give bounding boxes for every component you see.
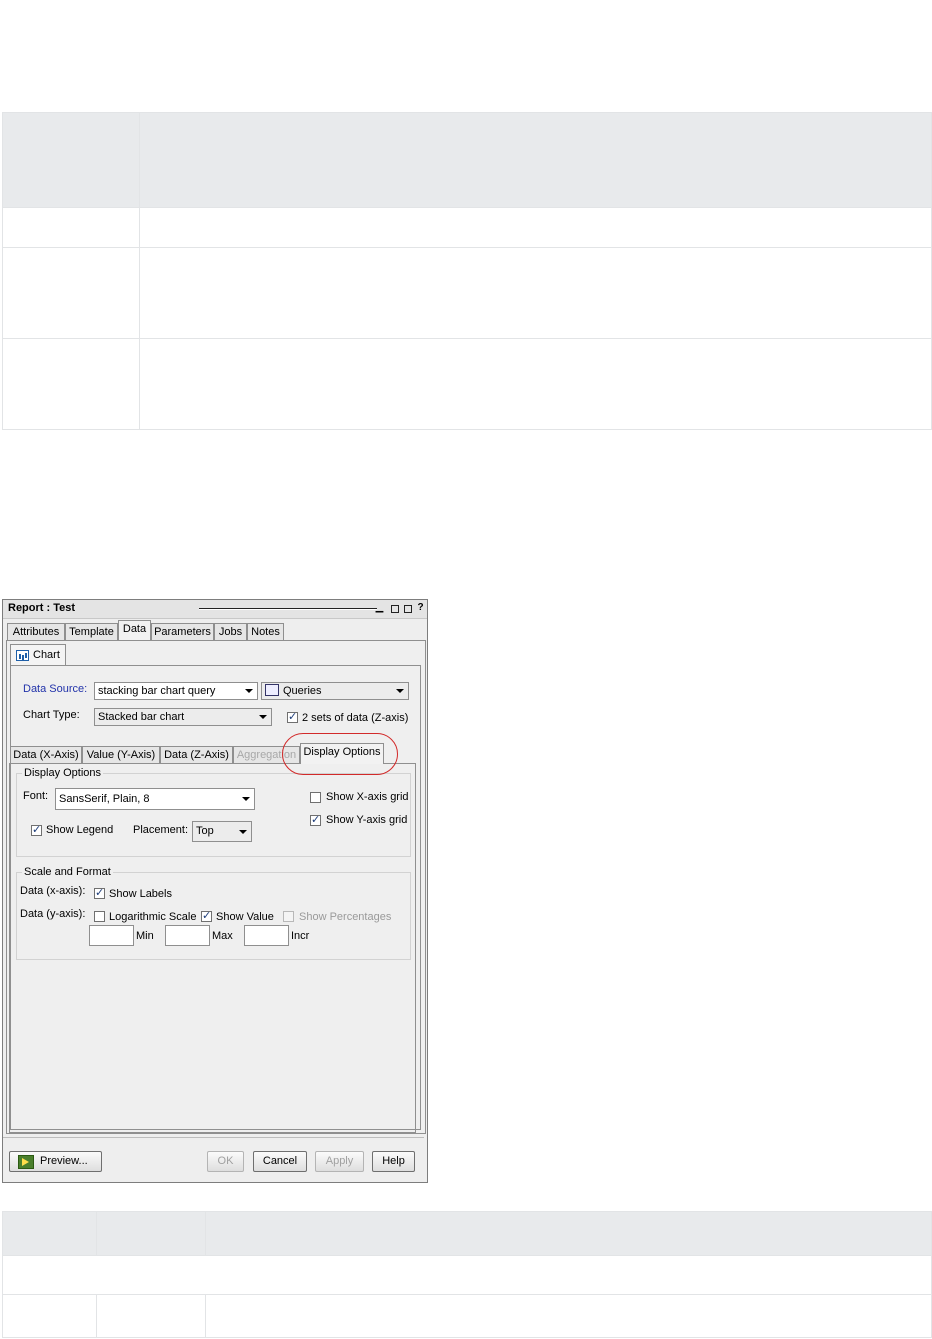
show-y-grid-checkbox[interactable]	[310, 813, 321, 826]
preview-icon	[18, 1155, 34, 1169]
ok-button[interactable]: OK	[207, 1151, 244, 1172]
show-percentages-label: Show Percentages	[299, 911, 392, 923]
scale-format-title: Scale and Format	[22, 866, 113, 878]
max-label: Max	[212, 930, 233, 942]
report-dialog: Report : Test ▁ ? Attributes Template Da…	[2, 599, 428, 1183]
data-source-value: stacking bar chart query	[98, 685, 216, 697]
show-value-checkbox[interactable]	[201, 909, 212, 922]
title-bar-separator	[199, 608, 377, 610]
data-source-label: Data Source:	[23, 683, 88, 695]
preview-button-label: Preview...	[40, 1155, 88, 1167]
help-button[interactable]: Help	[372, 1151, 415, 1172]
chevron-down-icon	[242, 797, 250, 801]
table-header-row	[2, 112, 932, 208]
subtab-display-options[interactable]: Display Options	[300, 743, 384, 764]
subtab-value-y-axis[interactable]: Value (Y-Axis)	[82, 746, 160, 764]
title-bar[interactable]: Report : Test ▁ ?	[3, 600, 427, 619]
help-icon[interactable]: ?	[416, 603, 425, 613]
min-label: Min	[136, 930, 154, 942]
data-source-select[interactable]: stacking bar chart query	[94, 682, 258, 700]
show-x-grid-checkbox[interactable]	[310, 792, 321, 803]
chart-type-value: Stacked bar chart	[98, 711, 185, 723]
button-bar-separator	[3, 1137, 424, 1138]
doc-table-top	[2, 112, 932, 430]
restore-icon[interactable]	[391, 605, 399, 613]
queries-label: Queries	[283, 685, 322, 697]
table-row	[2, 1255, 932, 1295]
display-options-panel: Display Options Font: SansSerif, Plain, …	[9, 763, 416, 1133]
table-row	[2, 338, 932, 430]
tab-parameters[interactable]: Parameters	[151, 623, 214, 640]
apply-button[interactable]: Apply	[315, 1151, 364, 1172]
chart-type-select[interactable]: Stacked bar chart	[94, 708, 272, 726]
show-legend-label: Show Legend	[46, 824, 114, 836]
show-legend-checkbox[interactable]	[31, 823, 42, 836]
preview-button[interactable]: Preview...	[9, 1151, 102, 1172]
max-input[interactable]	[165, 925, 210, 946]
show-value-label: Show Value	[216, 911, 274, 923]
font-label: Font:	[23, 790, 49, 802]
table-header-row	[2, 1211, 932, 1256]
tab-chart[interactable]: Chart	[10, 644, 66, 665]
minimize-icon[interactable]: ▁	[375, 603, 384, 613]
subtab-data-x-axis[interactable]: Data (X-Axis)	[10, 746, 82, 764]
display-options-title: Display Options	[22, 767, 104, 779]
font-select[interactable]: SansSerif, Plain, 8	[55, 788, 255, 810]
tab-template[interactable]: Template	[65, 623, 118, 640]
logarithmic-scale-label: Logarithmic Scale	[109, 911, 197, 923]
incr-input[interactable]	[244, 925, 289, 946]
min-input[interactable]	[89, 925, 134, 946]
dialog-title: Report : Test	[8, 602, 76, 614]
placement-label: Placement:	[133, 824, 189, 836]
incr-label: Incr	[291, 930, 310, 942]
data-y-axis-label: Data (y-axis):	[20, 908, 86, 920]
query-icon	[265, 684, 279, 696]
chart-tab-label: Chart	[33, 649, 60, 661]
show-x-grid-label: Show X-axis grid	[326, 791, 409, 803]
show-labels-label: Show Labels	[109, 888, 172, 900]
queries-select[interactable]: Queries	[261, 682, 409, 700]
font-value: SansSerif, Plain, 8	[59, 793, 150, 805]
tab-attributes[interactable]: Attributes	[7, 623, 65, 640]
bar-chart-icon	[16, 650, 29, 661]
subtab-data-z-axis[interactable]: Data (Z-Axis)	[160, 746, 233, 764]
z-axis-checkbox[interactable]	[287, 710, 298, 723]
tab-jobs[interactable]: Jobs	[214, 623, 247, 640]
show-y-grid-label: Show Y-axis grid	[326, 814, 408, 826]
cancel-button[interactable]: Cancel	[253, 1151, 307, 1172]
maximize-icon[interactable]	[404, 605, 412, 613]
chevron-down-icon	[396, 689, 404, 693]
show-percentages-checkbox	[283, 911, 294, 922]
chevron-down-icon	[239, 830, 247, 834]
table-row	[2, 1294, 932, 1338]
table-row	[2, 207, 932, 248]
logarithmic-scale-checkbox[interactable]	[94, 911, 105, 922]
table-row	[2, 247, 932, 339]
tab-notes[interactable]: Notes	[247, 623, 284, 640]
z-axis-label: 2 sets of data (Z-axis)	[302, 712, 409, 724]
placement-select[interactable]: Top	[192, 821, 252, 842]
tab-data[interactable]: Data	[118, 620, 151, 640]
chevron-down-icon	[245, 689, 253, 693]
chevron-down-icon	[259, 715, 267, 719]
show-labels-checkbox[interactable]	[94, 886, 105, 899]
data-x-axis-label: Data (x-axis):	[20, 885, 86, 897]
doc-table-bottom	[2, 1211, 932, 1338]
chart-type-label: Chart Type:	[23, 709, 80, 721]
placement-value: Top	[196, 825, 214, 837]
